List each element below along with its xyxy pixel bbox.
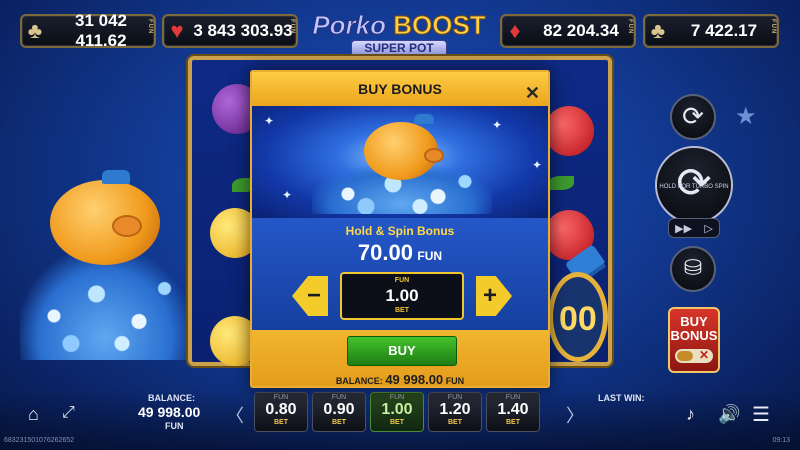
close-icon[interactable]: ✕: [525, 76, 540, 110]
bonus-name: Hold & Spin Bonus: [345, 224, 455, 238]
sparkle-icon: ✦: [492, 118, 503, 132]
minus-icon: −: [306, 282, 321, 309]
decrease-bet-button[interactable]: −: [292, 276, 328, 316]
bet-display: FUN 1.00 BET: [340, 272, 464, 320]
dialog-title: BUY BONUS: [358, 81, 442, 97]
dialog-balance: BALANCE: 49 998.00 FUN: [252, 372, 548, 387]
pig-hat-image: [414, 114, 434, 124]
pig-snout-image: [424, 148, 444, 163]
bonus-price-currency: FUN: [417, 249, 443, 263]
bet-label: BET: [395, 307, 409, 314]
bet-currency: FUN: [394, 277, 410, 284]
sparkle-icon: ✦: [282, 188, 293, 202]
buy-bonus-dialog: BUY BONUS ✕ ✦ ✦ ✦ ✦ Hold & Spin Bonus 70…: [250, 70, 550, 388]
bonus-price: 70.00 FUN: [252, 240, 548, 266]
plus-icon: +: [482, 282, 497, 309]
dialog-header: BUY BONUS ✕: [252, 72, 548, 106]
sparkle-icon: ✦: [264, 114, 275, 128]
dialog-balance-value: 49 998.00: [385, 372, 444, 387]
buy-button[interactable]: BUY: [347, 336, 457, 366]
bet-value: 1.00: [385, 286, 419, 305]
game-stage: ♣ 31 042 411.62 FUN ♥ 3 843 303.93 FUN ♦…: [0, 0, 800, 450]
increase-bet-button[interactable]: +: [476, 276, 512, 316]
bonus-artwork: ✦ ✦ ✦ ✦: [252, 106, 548, 218]
dialog-balance-label: BALANCE:: [335, 376, 383, 386]
sparkle-icon: ✦: [532, 158, 543, 172]
dialog-balance-currency: FUN: [445, 376, 465, 386]
dialog-body: Hold & Spin Bonus 70.00 FUN − FUN 1.00 B…: [252, 218, 548, 330]
dialog-footer: BUY BALANCE: 49 998.00 FUN: [252, 330, 548, 387]
bonus-price-value: 70.00: [357, 240, 413, 265]
